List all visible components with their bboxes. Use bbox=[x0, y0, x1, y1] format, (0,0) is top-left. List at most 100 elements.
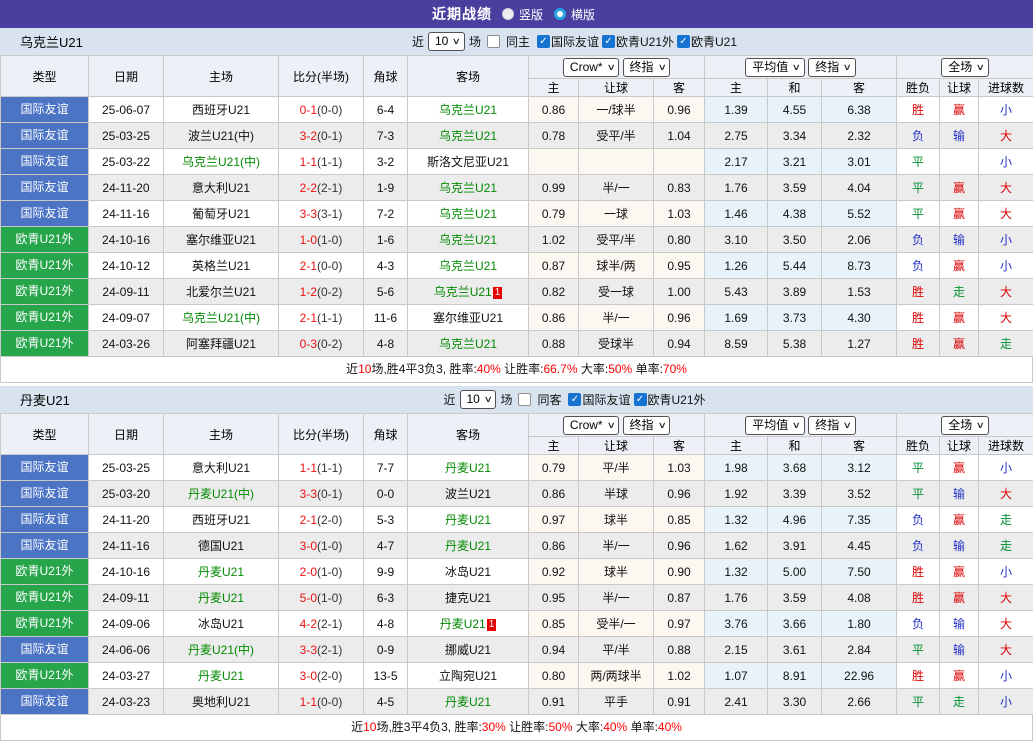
fulltime-score: 2-1 bbox=[300, 259, 317, 273]
radio-horizontal-icon[interactable] bbox=[554, 8, 566, 20]
away-team[interactable]: 塞尔维亚U21 bbox=[408, 305, 529, 331]
match-count-select[interactable]: 10∨ bbox=[428, 32, 465, 51]
match-score[interactable]: 1-1(1-1) bbox=[279, 455, 364, 481]
home-team[interactable]: 塞尔维亚U21 bbox=[164, 227, 279, 253]
checked-checkbox[interactable]: ✓ bbox=[634, 393, 647, 406]
away-team[interactable]: 波兰U21 bbox=[408, 481, 529, 507]
match-score[interactable]: 3-3(2-1) bbox=[279, 637, 364, 663]
away-team[interactable]: 丹麦U21 bbox=[408, 689, 529, 715]
away-team[interactable]: 丹麦U21 bbox=[408, 533, 529, 559]
final-odds-select-2[interactable]: 终指∨ bbox=[808, 58, 856, 77]
away-team[interactable]: 乌克兰U21 bbox=[408, 97, 529, 123]
home-team[interactable]: 丹麦U21(中) bbox=[164, 481, 279, 507]
chevron-down-icon: ∨ bbox=[976, 60, 985, 75]
match-score[interactable]: 2-0(1-0) bbox=[279, 559, 364, 585]
away-team[interactable]: 丹麦U21 bbox=[408, 455, 529, 481]
away-team[interactable]: 捷克U21 bbox=[408, 585, 529, 611]
match-score[interactable]: 1-1(0-0) bbox=[279, 689, 364, 715]
match-score[interactable]: 2-1(1-1) bbox=[279, 305, 364, 331]
match-score[interactable]: 1-2(0-2) bbox=[279, 279, 364, 305]
away-team[interactable]: 乌克兰U211 bbox=[408, 279, 529, 305]
handicap-away-odds: 0.87 bbox=[654, 585, 705, 611]
result-winlose: 胜 bbox=[897, 585, 940, 611]
home-team[interactable]: 乌克兰U21(中) bbox=[164, 305, 279, 331]
radio-vertical-label[interactable]: 竖版 bbox=[519, 6, 543, 23]
chevron-down-icon: ∨ bbox=[792, 60, 801, 75]
final-odds-select-2[interactable]: 终指∨ bbox=[808, 416, 856, 435]
home-team[interactable]: 英格兰U21 bbox=[164, 253, 279, 279]
result-goals: 大 bbox=[979, 279, 1033, 305]
home-team[interactable]: 意大利U21 bbox=[164, 455, 279, 481]
away-team[interactable]: 乌克兰U21 bbox=[408, 253, 529, 279]
bookmaker-select[interactable]: Crow*∨ bbox=[563, 416, 619, 435]
match-score[interactable]: 2-1(2-0) bbox=[279, 507, 364, 533]
home-team[interactable]: 丹麦U21 bbox=[164, 663, 279, 689]
away-team[interactable]: 挪威U21 bbox=[408, 637, 529, 663]
away-team[interactable]: 乌克兰U21 bbox=[408, 123, 529, 149]
bookmaker-select[interactable]: Crow*∨ bbox=[563, 58, 619, 77]
filter-check-item: ✓国际友谊 bbox=[537, 33, 599, 50]
away-team[interactable]: 立陶宛U21 bbox=[408, 663, 529, 689]
checked-checkbox[interactable]: ✓ bbox=[537, 35, 550, 48]
match-score[interactable]: 0-3(0-2) bbox=[279, 331, 364, 357]
avg-draw-odds: 3.30 bbox=[768, 689, 822, 715]
match-score[interactable]: 0-1(0-0) bbox=[279, 97, 364, 123]
home-team[interactable]: 丹麦U21(中) bbox=[164, 637, 279, 663]
away-team[interactable]: 斯洛文尼亚U21 bbox=[408, 149, 529, 175]
home-team[interactable]: 意大利U21 bbox=[164, 175, 279, 201]
match-score[interactable]: 3-2(0-1) bbox=[279, 123, 364, 149]
checked-checkbox[interactable]: ✓ bbox=[677, 35, 690, 48]
match-score[interactable]: 4-2(2-1) bbox=[279, 611, 364, 637]
match-score[interactable]: 3-3(0-1) bbox=[279, 481, 364, 507]
same-venue-checkbox[interactable] bbox=[487, 35, 500, 48]
filter-check-item: ✓欧青U21 bbox=[677, 33, 737, 50]
result-goals: 走 bbox=[979, 507, 1033, 533]
match-score[interactable]: 5-0(1-0) bbox=[279, 585, 364, 611]
away-team[interactable]: 丹麦U21 bbox=[408, 507, 529, 533]
home-team[interactable]: 西班牙U21 bbox=[164, 97, 279, 123]
average-select[interactable]: 平均值∨ bbox=[745, 58, 805, 77]
match-score[interactable]: 3-3(3-1) bbox=[279, 201, 364, 227]
fulltime-score: 2-0 bbox=[300, 565, 317, 579]
away-team[interactable]: 乌克兰U21 bbox=[408, 175, 529, 201]
avg-away-odds: 4.04 bbox=[822, 175, 897, 201]
avg-away-odds: 4.08 bbox=[822, 585, 897, 611]
checked-checkbox[interactable]: ✓ bbox=[602, 35, 615, 48]
away-team[interactable]: 乌克兰U21 bbox=[408, 331, 529, 357]
away-team[interactable]: 乌克兰U21 bbox=[408, 201, 529, 227]
final-odds-select[interactable]: 终指∨ bbox=[623, 58, 671, 77]
checked-checkbox[interactable]: ✓ bbox=[568, 393, 581, 406]
away-team[interactable]: 丹麦U211 bbox=[408, 611, 529, 637]
home-team[interactable]: 北爱尔兰U21 bbox=[164, 279, 279, 305]
match-score[interactable]: 3-0(2-0) bbox=[279, 663, 364, 689]
radio-horizontal-label[interactable]: 横版 bbox=[571, 6, 595, 23]
home-team[interactable]: 葡萄牙U21 bbox=[164, 201, 279, 227]
fulltime-score: 1-1 bbox=[300, 155, 317, 169]
home-team[interactable]: 德国U21 bbox=[164, 533, 279, 559]
scope-select[interactable]: 全场∨ bbox=[941, 58, 989, 77]
match-score[interactable]: 1-1(1-1) bbox=[279, 149, 364, 175]
home-team[interactable]: 西班牙U21 bbox=[164, 507, 279, 533]
home-team[interactable]: 奥地利U21 bbox=[164, 689, 279, 715]
home-team[interactable]: 波兰U21(中) bbox=[164, 123, 279, 149]
scope-select[interactable]: 全场∨ bbox=[941, 416, 989, 435]
home-team[interactable]: 冰岛U21 bbox=[164, 611, 279, 637]
home-team[interactable]: 丹麦U21 bbox=[164, 585, 279, 611]
away-team[interactable]: 冰岛U21 bbox=[408, 559, 529, 585]
avg-home-odds: 1.76 bbox=[705, 175, 768, 201]
average-select[interactable]: 平均值∨ bbox=[745, 416, 805, 435]
match-score[interactable]: 2-2(2-1) bbox=[279, 175, 364, 201]
home-team[interactable]: 阿塞拜疆U21 bbox=[164, 331, 279, 357]
same-venue-checkbox[interactable] bbox=[518, 393, 531, 406]
final-odds-select[interactable]: 终指∨ bbox=[623, 416, 671, 435]
home-team[interactable]: 丹麦U21 bbox=[164, 559, 279, 585]
radio-vertical-icon[interactable] bbox=[502, 8, 514, 20]
avg-home-odds: 2.17 bbox=[705, 149, 768, 175]
match-score[interactable]: 1-0(1-0) bbox=[279, 227, 364, 253]
match-score[interactable]: 3-0(1-0) bbox=[279, 533, 364, 559]
away-team-name: 乌克兰U21 bbox=[439, 129, 497, 143]
away-team[interactable]: 乌克兰U21 bbox=[408, 227, 529, 253]
match-score[interactable]: 2-1(0-0) bbox=[279, 253, 364, 279]
home-team[interactable]: 乌克兰U21(中) bbox=[164, 149, 279, 175]
match-count-select[interactable]: 10∨ bbox=[460, 390, 497, 409]
